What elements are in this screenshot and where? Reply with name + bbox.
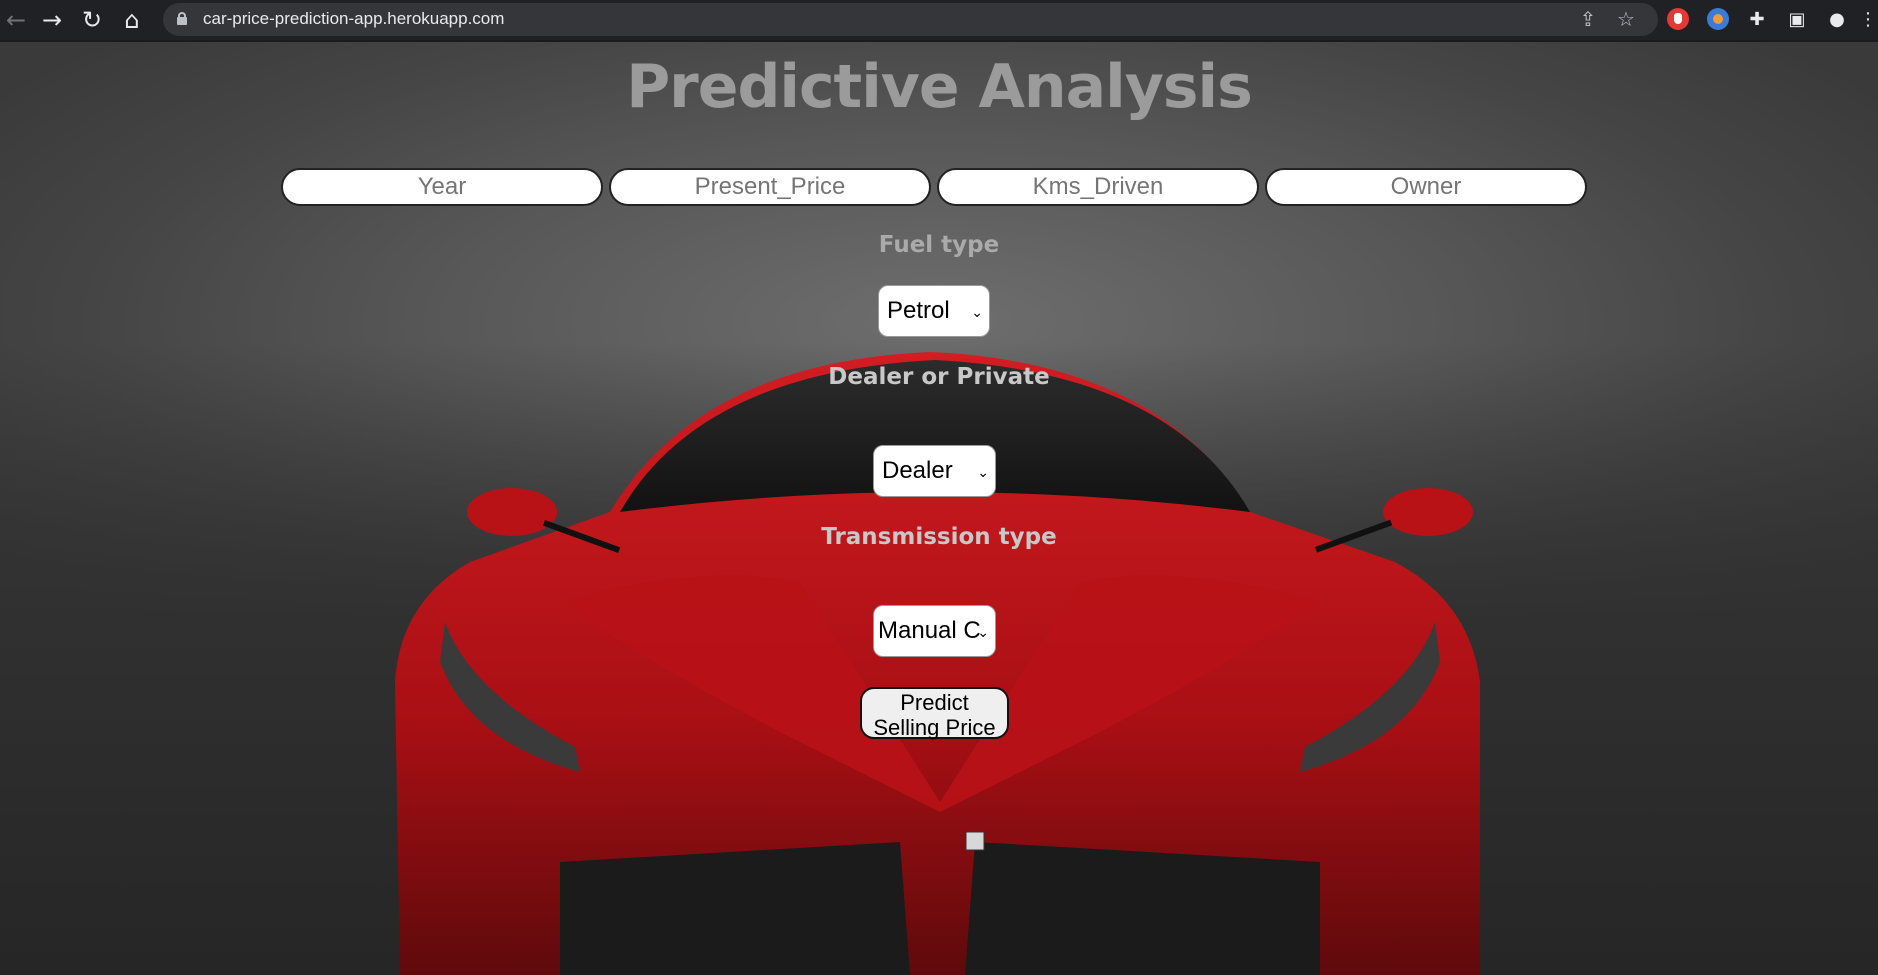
chevron-down-icon: ⌄ [977, 464, 989, 480]
page-viewport: Predictive Analysis Fuel type Petrol ⌄ D… [0, 42, 1878, 975]
lock-icon[interactable] [177, 12, 187, 25]
seller-type-select[interactable]: Dealer ⌄ [873, 445, 996, 497]
transmission-type-value: Manual C [878, 617, 981, 644]
menu-kebab-icon[interactable]: ⋮ [1858, 6, 1878, 34]
address-bar[interactable]: car-price-prediction-app.herokuapp.com ⇪… [163, 3, 1658, 36]
fuel-type-select[interactable]: Petrol ⌄ [878, 285, 990, 337]
seller-type-label: Dealer or Private [828, 364, 1050, 390]
url-text[interactable]: car-price-prediction-app.herokuapp.com [203, 9, 504, 29]
seller-type-value: Dealer [882, 457, 953, 484]
extensions-puzzle-icon[interactable]: ✚ [1743, 6, 1771, 34]
side-panel-icon[interactable]: ▣ [1783, 6, 1811, 34]
profile-icon[interactable]: ● [1823, 6, 1851, 34]
present-price-input[interactable] [609, 168, 931, 206]
predict-button-line1: Predict [900, 690, 969, 715]
extension-red-icon[interactable] [1667, 8, 1689, 30]
numeric-inputs [281, 168, 1587, 206]
bookmark-star-icon[interactable]: ☆ [1614, 7, 1638, 31]
reload-icon[interactable]: ↻ [76, 4, 108, 36]
kms-driven-input[interactable] [937, 168, 1259, 206]
share-icon[interactable]: ⇪ [1576, 7, 1600, 31]
forward-icon[interactable]: → [36, 4, 68, 36]
predict-button-line2: Selling Price [873, 715, 996, 740]
fuel-type-value: Petrol [887, 297, 950, 324]
chevron-down-icon: ⌄ [971, 304, 983, 320]
home-icon[interactable]: ⌂ [116, 4, 148, 36]
extension-blue-icon[interactable] [1707, 8, 1729, 30]
chevron-down-icon: ⌄ [977, 624, 989, 640]
predict-selling-price-button[interactable]: Predict Selling Price [860, 687, 1009, 740]
year-input[interactable] [281, 168, 603, 206]
browser-toolbar: ← → ↻ ⌂ car-price-prediction-app.herokua… [0, 0, 1878, 42]
back-icon[interactable]: ← [0, 4, 32, 36]
owner-input[interactable] [1265, 168, 1587, 206]
page-title: Predictive Analysis [626, 52, 1253, 122]
transmission-type-select[interactable]: Manual C ⌄ [873, 605, 996, 657]
fuel-type-label: Fuel type [878, 232, 1000, 258]
transmission-type-label: Transmission type [821, 524, 1057, 550]
